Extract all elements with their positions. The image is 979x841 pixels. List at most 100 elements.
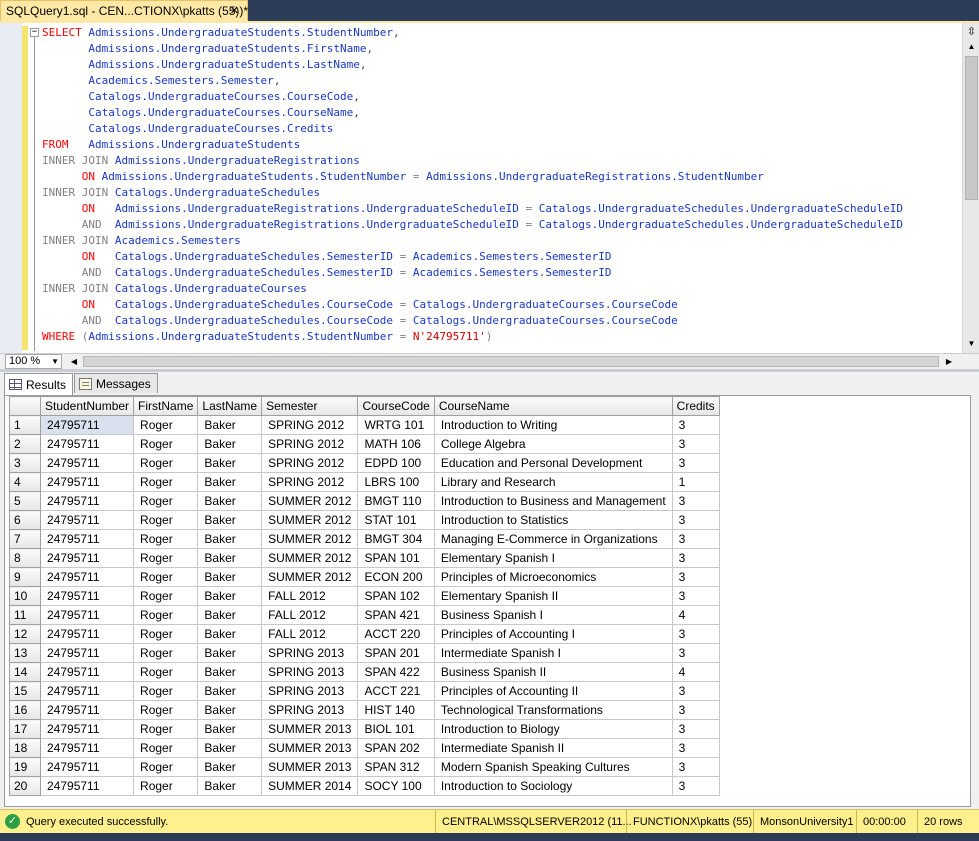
table-cell[interactable]: Business Spanish I [433,605,673,625]
table-cell[interactable]: 24795711 [39,510,135,530]
scroll-thumb[interactable] [965,56,978,200]
sql-code[interactable]: SELECT Admissions.UndergraduateStudents.… [42,25,954,345]
table-cell[interactable]: Roger [133,738,199,758]
code-line[interactable]: Catalogs.UndergraduateCourses.Credits [42,121,954,137]
row-number[interactable]: 1 [9,415,41,435]
table-row[interactable]: 4 24795711 Roger Baker SPRING 2012 LBRS 100 Li… [9,472,720,492]
table-cell[interactable]: 3 [671,700,720,720]
table-cell[interactable]: HIST 140 [357,700,435,720]
code-line[interactable]: SELECT Admissions.UndergraduateStudents.… [42,25,954,41]
code-line[interactable]: Academics.Semesters.Semester, [42,73,954,89]
table-cell[interactable]: 24795711 [39,719,135,739]
table-cell[interactable]: Introduction to Sociology [433,776,673,796]
table-cell[interactable]: Baker [197,605,263,625]
table-cell[interactable]: BMGT 304 [357,529,435,549]
table-cell[interactable]: Baker [197,738,263,758]
row-number[interactable]: 14 [9,662,41,682]
table-cell[interactable]: 24795711 [39,567,135,587]
table-row[interactable]: 15 24795711 Roger Baker SPRING 2013 ACCT 221 P… [9,681,720,701]
table-cell[interactable]: Baker [197,548,263,568]
table-cell[interactable]: Roger [133,681,199,701]
table-cell[interactable]: 24795711 [39,586,135,606]
table-cell[interactable]: BIOL 101 [357,719,435,739]
table-cell[interactable]: 3 [671,586,720,606]
row-number[interactable]: 6 [9,510,41,530]
code-line[interactable]: Admissions.UndergraduateStudents.FirstNa… [42,41,954,57]
table-cell[interactable]: 24795711 [39,624,135,644]
row-number[interactable]: 18 [9,738,41,758]
document-tab[interactable]: SQLQuery1.sql - CEN...CTIONX\pkatts (55)… [0,0,248,21]
table-cell[interactable]: Roger [133,453,199,473]
table-cell[interactable]: SUMMER 2013 [261,719,359,739]
table-cell[interactable]: Baker [197,415,263,435]
table-cell[interactable]: 24795711 [39,491,135,511]
table-cell[interactable]: SUMMER 2012 [261,510,359,530]
row-number[interactable]: 3 [9,453,41,473]
table-cell[interactable]: Roger [133,776,199,796]
column-header[interactable]: CourseCode [357,396,435,416]
table-cell[interactable]: SUMMER 2012 [261,548,359,568]
table-row[interactable]: 6 24795711 Roger Baker SUMMER 2012 STAT 101 In… [9,510,720,530]
table-cell[interactable]: 3 [671,510,720,530]
code-line[interactable]: INNER JOIN Academics.Semesters [42,233,954,249]
table-cell[interactable]: 3 [671,548,720,568]
column-header[interactable]: StudentNumber [39,396,135,416]
table-cell[interactable]: 24795711 [39,681,135,701]
code-line[interactable]: ON Admissions.UndergraduateRegistrations… [42,201,954,217]
table-cell[interactable]: ECON 200 [357,567,435,587]
code-line[interactable]: INNER JOIN Catalogs.UndergraduateCourses [42,281,954,297]
table-cell[interactable]: EDPD 100 [357,453,435,473]
table-cell[interactable]: FALL 2012 [261,605,359,625]
table-cell[interactable]: Intermediate Spanish I [433,643,673,663]
column-header[interactable]: Credits [671,396,720,416]
table-row[interactable]: 8 24795711 Roger Baker SUMMER 2012 SPAN 101 El… [9,548,720,568]
column-header[interactable]: Semester [261,396,359,416]
table-cell[interactable]: Roger [133,757,199,777]
row-number[interactable]: 7 [9,529,41,549]
table-row[interactable]: 1 24795711 Roger Baker SPRING 2012 WRTG 101 In… [9,415,720,435]
scroll-down-icon[interactable]: ▼ [965,337,978,351]
table-cell[interactable]: 24795711 [39,548,135,568]
table-cell[interactable]: 24795711 [39,700,135,720]
table-cell[interactable]: 3 [671,434,720,454]
table-row[interactable]: 19 24795711 Roger Baker SUMMER 2013 SPAN 312 M… [9,757,720,777]
table-row[interactable]: 12 24795711 Roger Baker FALL 2012 ACCT 220 Pri… [9,624,720,644]
code-line[interactable]: ON Catalogs.UndergraduateSchedules.Semes… [42,249,954,265]
table-cell[interactable]: STAT 101 [357,510,435,530]
table-cell[interactable]: Baker [197,776,263,796]
table-cell[interactable]: Baker [197,567,263,587]
results-grid-area[interactable]: StudentNumber FirstName LastName Semester Co… [4,395,971,807]
table-cell[interactable]: 24795711 [39,453,135,473]
code-line[interactable]: INNER JOIN Admissions.UndergraduateRegis… [42,153,954,169]
row-number[interactable]: 5 [9,491,41,511]
table-cell[interactable]: Baker [197,643,263,663]
table-cell[interactable]: SPRING 2013 [261,700,359,720]
table-cell[interactable]: 3 [671,624,720,644]
table-cell[interactable]: Baker [197,700,263,720]
table-cell[interactable]: Baker [197,434,263,454]
table-cell[interactable]: Roger [133,624,199,644]
table-cell[interactable]: Roger [133,605,199,625]
table-cell[interactable]: Education and Personal Development [433,453,673,473]
table-cell[interactable]: Roger [133,510,199,530]
table-cell[interactable]: SUMMER 2014 [261,776,359,796]
collapse-icon[interactable]: − [30,28,39,37]
table-cell[interactable]: Roger [133,529,199,549]
table-cell[interactable]: 3 [671,453,720,473]
table-cell[interactable]: Roger [133,586,199,606]
code-line[interactable]: AND Catalogs.UndergraduateSchedules.Seme… [42,265,954,281]
scroll-right-icon[interactable]: ▶ [943,355,955,368]
table-cell[interactable]: Introduction to Writing [433,415,673,435]
table-cell[interactable]: Introduction to Statistics [433,510,673,530]
column-header[interactable]: LastName [197,396,263,416]
table-cell[interactable]: Baker [197,624,263,644]
code-line[interactable]: Admissions.UndergraduateStudents.LastNam… [42,57,954,73]
table-cell[interactable]: 24795711 [39,472,135,492]
table-cell[interactable]: Roger [133,719,199,739]
table-cell[interactable]: 24795711 [39,529,135,549]
table-cell[interactable]: SUMMER 2012 [261,491,359,511]
table-cell[interactable]: 3 [671,719,720,739]
table-cell[interactable]: 3 [671,757,720,777]
code-line[interactable]: AND Catalogs.UndergraduateSchedules.Cour… [42,313,954,329]
scroll-up-icon[interactable]: ▲ [965,40,978,54]
